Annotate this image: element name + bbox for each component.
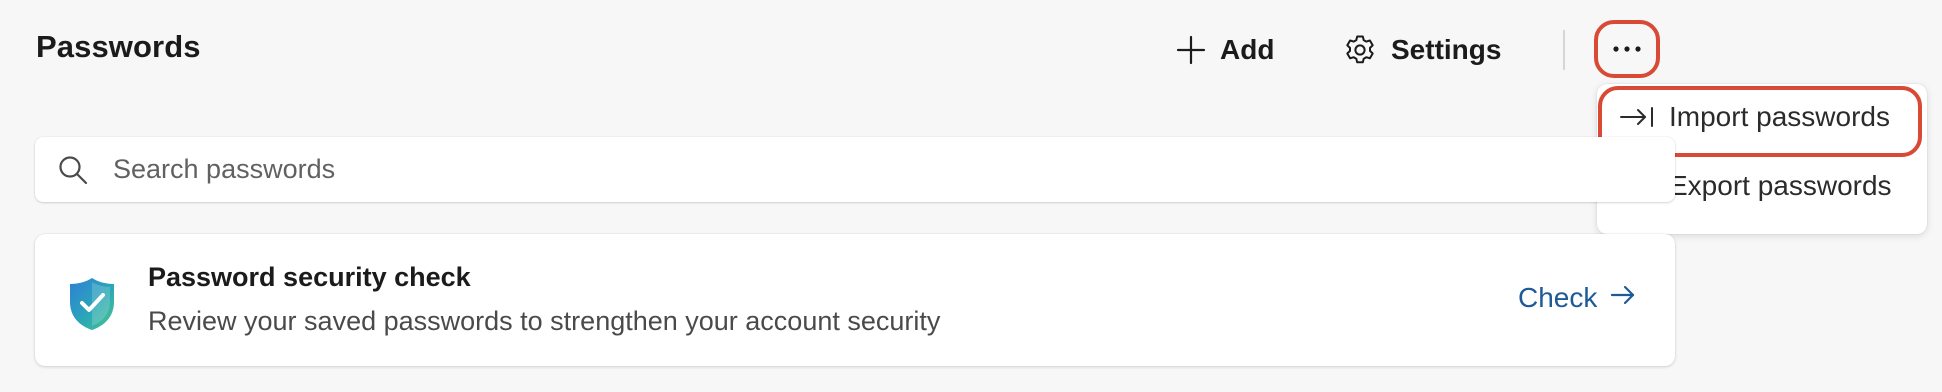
menu-item-label: Import passwords [1669,101,1890,132]
search-input[interactable] [111,153,1315,186]
add-button-label: Add [1220,34,1275,65]
menu-item-label: Export passwords [1669,170,1892,201]
toolbar-divider [1563,30,1565,70]
settings-button[interactable]: Settings [1343,28,1501,72]
import-arrow-icon [1619,105,1659,129]
shield-check-icon [67,276,117,337]
more-horizontal-icon [1612,40,1642,58]
settings-button-label: Settings [1391,34,1502,65]
security-check-description: Review your saved passwords to strengthe… [148,306,941,336]
search-icon [57,154,89,186]
check-link-label: Check [1518,282,1598,313]
search-box[interactable] [35,137,1675,202]
more-options-button[interactable] [1594,20,1660,78]
plus-icon [1176,35,1206,65]
arrow-right-icon [1609,282,1637,314]
add-button[interactable]: Add [1176,28,1274,72]
check-link[interactable]: Check [1518,282,1637,314]
security-check-card: Password security check Review your save… [35,234,1675,366]
security-check-title: Password security check [148,262,471,292]
page-title: Passwords [36,29,201,64]
gear-icon [1343,33,1377,67]
